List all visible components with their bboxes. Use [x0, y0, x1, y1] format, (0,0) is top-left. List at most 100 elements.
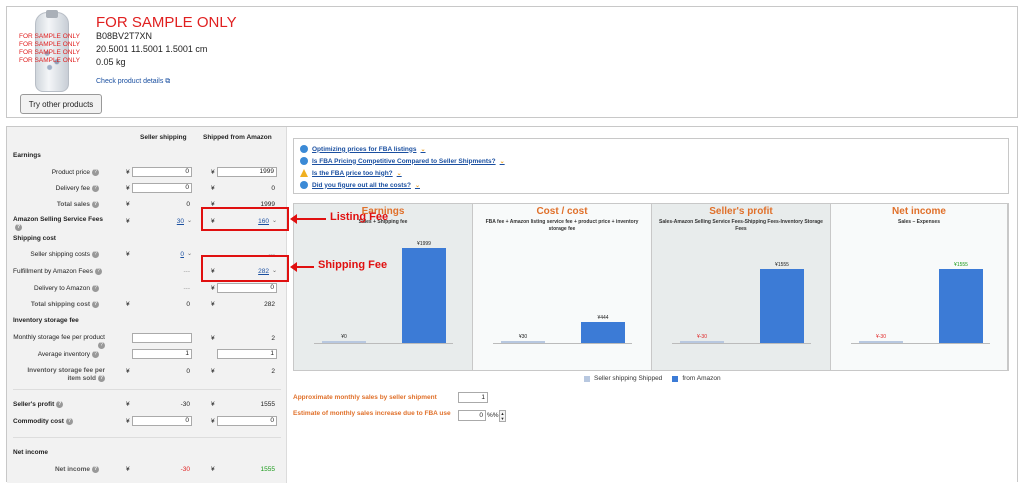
delivery-amazon-input[interactable]: 0 — [217, 283, 277, 293]
total-sales-seller-value: 0 — [186, 201, 190, 208]
commodity-cost-amazon-input[interactable]: 0 — [217, 416, 277, 426]
chart-data-label: ¥0 — [341, 334, 347, 340]
seller-profit-label: Seller's profit? — [13, 401, 64, 409]
chart-bar[interactable] — [402, 247, 446, 343]
selling-fee-seller-link[interactable]: 30 — [132, 218, 184, 225]
total-sales-label: Total sales? — [56, 201, 99, 209]
fba-fee-label: Fulfillment by Amazon Fees? — [13, 268, 102, 275]
product-asin: B08BV2T7XN — [96, 31, 153, 41]
chevron-down-icon[interactable]: ⌄ — [187, 250, 192, 257]
tip-link[interactable]: Optimizing prices for FBA listings ⌄ — [300, 145, 426, 153]
selling-fee-label: Amazon Selling Service Fees? — [13, 216, 103, 231]
column-amazon-header: Shipped from Amazon — [203, 134, 272, 141]
yen-sign: ¥ — [211, 466, 215, 473]
fba-fee-seller-value: --- — [183, 268, 191, 275]
legend-label-seller: Seller shipping Shipped — [594, 375, 663, 382]
arrow-icon — [290, 214, 326, 224]
help-icon[interactable]: ? — [92, 466, 99, 473]
help-icon[interactable]: ? — [92, 201, 99, 208]
commodity-cost-seller-input[interactable]: 0 — [132, 416, 192, 426]
charts-area: Earnings Sales + Shipping fee ¥0 ¥1999 Cost … — [293, 203, 1009, 371]
yen-sign: ¥ — [126, 251, 130, 258]
help-icon[interactable]: ? — [65, 418, 73, 425]
chart-bar[interactable] — [760, 268, 804, 343]
chart-data-label: ¥-30 — [875, 334, 886, 340]
avg-inventory-seller-input[interactable]: 1 — [132, 349, 192, 359]
monthly-storage-label: Monthly storage fee per product? — [13, 334, 105, 349]
product-dimensions: 20.5001 11.5001 1.5001 cm — [96, 44, 208, 54]
shipping-fee-annotation: Shipping Fee — [318, 259, 388, 271]
delivery-fee-seller-input[interactable]: 0 — [132, 183, 192, 193]
tip-link[interactable]: Is FBA Pricing Competitive Compared to S… — [300, 157, 505, 165]
monthly-storage-seller-input[interactable] — [132, 333, 192, 343]
commodity-cost-label: Commodity cost? — [13, 418, 73, 426]
yen-sign: ¥ — [126, 301, 130, 308]
chart-subtitle: FBA fee + Amazon listing service fee + p… — [485, 219, 639, 232]
chart-panel: Earnings Sales + Shipping fee ¥0 ¥1999 — [294, 204, 473, 370]
yen-sign: ¥ — [126, 368, 130, 375]
sales-increase-label: Estimate of monthly sales increase due t… — [293, 410, 451, 417]
help-icon[interactable]: ? — [92, 185, 99, 192]
chart-bar[interactable] — [859, 341, 903, 343]
chart-bar[interactable] — [680, 341, 724, 343]
inv-per-item-seller-value: 0 — [186, 368, 190, 375]
inv-per-item-amazon-value: 2 — [271, 368, 275, 375]
product-panel: FOR SAMPLE ONLY FOR SAMPLE ONLY FOR SAMP… — [6, 6, 1018, 118]
help-icon[interactable]: ? — [98, 375, 105, 382]
chart-bar[interactable] — [322, 341, 366, 343]
percent-unit: %% — [487, 412, 499, 419]
help-icon[interactable]: ? — [92, 351, 99, 358]
watermark: FOR SAMPLE ONLY — [19, 49, 80, 56]
product-price-label: Product price? — [7, 169, 99, 176]
help-icon[interactable]: ? — [98, 342, 105, 349]
help-icon[interactable]: ? — [15, 224, 22, 231]
total-shipping-amazon-value: 282 — [264, 301, 275, 308]
yen-sign: ¥ — [211, 401, 215, 408]
divider — [13, 437, 281, 438]
watermark: FOR SAMPLE ONLY — [19, 33, 80, 40]
help-icon[interactable]: ? — [92, 169, 99, 176]
delivery-fee-label: Delivery fee? — [7, 185, 99, 192]
yen-sign: ¥ — [211, 301, 215, 308]
yen-sign: ¥ — [211, 368, 215, 375]
chart-panel: Cost / cost FBA fee + Amazon listing serv… — [473, 204, 652, 370]
net-income-seller-value: -30 — [180, 466, 190, 473]
try-other-products-button[interactable]: Try other products — [20, 94, 102, 114]
tip-link[interactable]: Is the FBA price too high? ⌄ — [300, 169, 402, 177]
avg-inventory-amazon-input[interactable]: 1 — [217, 349, 277, 359]
help-icon[interactable]: ? — [56, 401, 64, 408]
delivery-amazon-label: Delivery to Amazon? — [7, 285, 99, 292]
chart-data-label: ¥30 — [518, 334, 528, 340]
chart-bar[interactable] — [581, 321, 625, 343]
sales-increase-input[interactable]: 0 — [458, 410, 486, 421]
chart-panel: Seller's profit Sales-Amazon Selling Serv… — [652, 204, 831, 370]
help-icon[interactable]: ? — [94, 268, 102, 275]
check-details-link[interactable]: Check product details ⧉ — [96, 78, 170, 86]
chart-bar[interactable] — [939, 268, 983, 343]
help-icon[interactable]: ? — [92, 251, 99, 258]
seller-shipping-seller-link[interactable]: 0 — [132, 251, 184, 258]
chart-baseline — [314, 343, 453, 344]
yen-sign: ¥ — [126, 401, 130, 408]
help-icon[interactable]: ? — [92, 285, 99, 292]
yen-sign: ¥ — [211, 185, 215, 192]
monthly-sales-input[interactable]: 1 — [458, 392, 488, 403]
yen-sign: ¥ — [211, 418, 215, 425]
legend-swatch-seller — [584, 375, 590, 382]
fee-table: Seller shipping Shipped from Amazon Earn… — [7, 127, 287, 483]
product-price-amazon-input[interactable]: 1999 — [217, 167, 277, 177]
chart-data-label: ¥-30 — [696, 334, 707, 340]
help-icon[interactable]: ? — [92, 301, 99, 308]
chart-baseline — [851, 343, 990, 344]
tip-link[interactable]: Did you figure out all the costs? ⌄ — [300, 181, 420, 189]
chart-bar[interactable] — [501, 341, 545, 343]
listing-fee-annotation: Listing Fee — [330, 211, 389, 223]
calculator-panel: Seller shipping Shipped from Amazon Earn… — [6, 126, 1018, 483]
stepper-icon[interactable]: ▲ ▼ — [499, 410, 506, 422]
yen-sign: ¥ — [211, 169, 215, 176]
chart-subtitle: Sales-Amazon Selling Service Fees-Shippi… — [659, 219, 823, 232]
chevron-down-icon[interactable]: ⌄ — [187, 217, 192, 224]
legend-swatch-amazon — [672, 375, 679, 382]
product-price-seller-input[interactable]: 0 — [132, 167, 192, 177]
external-link-icon: ⧉ — [165, 78, 171, 85]
